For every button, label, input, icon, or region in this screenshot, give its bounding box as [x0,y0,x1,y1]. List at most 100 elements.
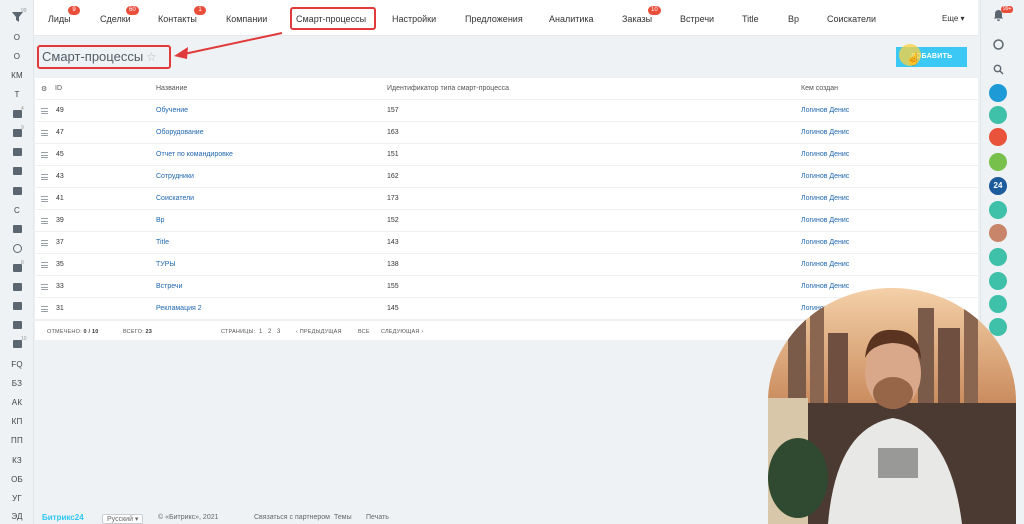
user-icon[interactable] [989,128,1007,146]
star-icon[interactable]: ☆ [146,50,157,64]
page-3-link[interactable]: 3 [277,329,281,335]
drag-handle-icon[interactable] [41,218,48,224]
col-created-by[interactable]: Кем создан [801,85,838,92]
partner-link[interactable]: Связаться с партнером [254,514,330,521]
sidebar-item-ug[interactable]: УГ [0,494,34,503]
sidebar-item-o2[interactable]: О [0,52,34,61]
tab-companies[interactable]: Компании [226,14,267,24]
avatar-icon[interactable] [989,224,1007,242]
table-row[interactable]: 45 Отчет по командировке 151 Логинов Ден… [35,144,978,166]
table-row[interactable]: 39 Вр 152 Логинов Денис [35,210,978,232]
tab-deals[interactable]: Сделки [100,14,131,24]
col-name[interactable]: Название [156,85,187,92]
sidebar-item-ak[interactable]: АК [0,398,34,407]
drag-handle-icon[interactable] [41,262,48,268]
drag-handle-icon[interactable] [41,108,48,114]
tab-analytics[interactable]: Аналитика [549,14,594,24]
cell-author-link[interactable]: Логинов Денис [801,217,849,224]
tab-orders[interactable]: Заказы [622,14,652,24]
cell-author-link[interactable]: Логинов Денис [801,283,849,290]
table-row[interactable]: 43 Сотрудники 162 Логинов Денис [35,166,978,188]
tab-offers[interactable]: Предложения [465,14,523,24]
table-row[interactable]: 35 ТУРЫ 138 Логинов Денис [35,254,978,276]
cell-name-link[interactable]: Встречи [156,283,183,290]
prev-page-link[interactable]: ‹ ПРЕДЫДУЩАЯ [296,329,342,335]
cell-name-link[interactable]: Title [156,239,169,246]
docs-icon[interactable] [0,225,34,235]
sidebar-item-t[interactable]: Т [0,90,34,99]
cell-name-link[interactable]: Рекламация 2 [156,305,202,312]
sidebar-item-ed[interactable]: ЭД [0,512,34,521]
cell-name-link[interactable]: Сотрудники [156,173,194,180]
cell-name-link[interactable]: ТУРЫ [156,261,176,268]
table-row[interactable]: 47 Оборудование 163 Логинов Денис [35,122,978,144]
cell-name-link[interactable]: Соискатели [156,195,194,202]
language-select[interactable]: Русский ▾ [102,514,144,524]
cell-author-link[interactable]: Логинов Денис [801,151,849,158]
window-icon[interactable] [0,302,34,312]
cell-author-link[interactable]: Логинов Денис [801,239,849,246]
user-icon[interactable] [989,248,1007,266]
sidebar-item-bz[interactable]: БЗ [0,379,34,388]
user-icon[interactable] [989,201,1007,219]
user-icon[interactable] [989,272,1007,290]
settings-gear-icon[interactable]: ⚙ [41,85,47,93]
sidebar-item-kp[interactable]: КП [0,417,34,426]
sidebar-item-s[interactable]: С [0,206,34,215]
themes-link[interactable]: Темы [334,514,352,521]
sidebar-item-o1[interactable]: О [0,33,34,42]
page-2-link[interactable]: 2 [268,329,272,335]
table-row[interactable]: 49 Обучение 157 Логинов Денис [35,100,978,122]
id-card-icon[interactable] [0,321,34,331]
sidebar-item-fq[interactable]: FQ [0,360,34,369]
next-page-link[interactable]: СЛЕДУЮЩАЯ › [381,329,423,335]
print-link[interactable]: Печать [366,514,389,521]
cell-author-link[interactable]: Логинов Денис [801,107,849,114]
cell-name-link[interactable]: Отчет по командировке [156,151,233,158]
drive-icon[interactable] [0,187,34,197]
phone-icon[interactable] [989,84,1007,102]
all-pages-link[interactable]: ВСЕ [358,329,370,335]
sidebar-item-ob[interactable]: ОБ [0,475,34,484]
chat-search-icon[interactable] [993,37,1004,50]
filter-icon[interactable]: 99 [0,8,34,24]
calendar-icon[interactable]: 4 [0,106,34,120]
print-icon[interactable] [0,283,34,293]
cell-author-link[interactable]: Логинов Денис [801,173,849,180]
drag-handle-icon[interactable] [41,152,48,158]
tab-title[interactable]: Title [742,14,759,24]
group-icon[interactable] [0,167,34,177]
tab-settings[interactable]: Настройки [392,14,436,24]
drag-handle-icon[interactable] [41,240,48,246]
tab-leads[interactable]: Лиды [48,14,71,24]
sidebar-item-kz[interactable]: КЗ [0,456,34,465]
sidebar-item-km[interactable]: КМ [0,71,34,80]
cell-name-link[interactable]: Оборудование [156,129,204,136]
tasks-icon[interactable]: 9 [0,125,34,139]
col-type-id[interactable]: Идентификатор типа смарт-процесса [387,85,509,92]
table-row[interactable]: 41 Соискатели 173 Логинов Денис [35,188,978,210]
table-row[interactable]: 33 Встречи 155 Логинов Денис [35,276,978,298]
drag-handle-icon[interactable] [41,284,48,290]
drag-handle-icon[interactable] [41,130,48,136]
tab-contacts[interactable]: Контакты [158,14,197,24]
cell-name-link[interactable]: Вр [156,217,165,224]
tab-applicants[interactable]: Соискатели [827,14,876,24]
drag-handle-icon[interactable] [41,174,48,180]
cart-icon[interactable]: 10 [0,336,34,350]
drag-handle-icon[interactable] [41,306,48,312]
page-1-link[interactable]: 1 [259,329,263,335]
user-icon[interactable] [989,106,1007,124]
phone-icon[interactable] [989,295,1007,313]
cell-name-link[interactable]: Обучение [156,107,188,114]
mail-icon[interactable]: 8 [0,260,34,274]
user-icon[interactable] [989,153,1007,171]
clock-icon[interactable] [0,244,34,255]
cell-author-link[interactable]: Логинов Денис [801,195,849,202]
tab-vr[interactable]: Вр [788,14,799,24]
table-row[interactable]: 37 Title 143 Логинов Денис [35,232,978,254]
more-menu-button[interactable]: Еще ▾ [942,14,965,23]
drag-handle-icon[interactable] [41,196,48,202]
b24-icon[interactable]: 24 [989,177,1007,195]
chat-icon[interactable] [0,148,34,158]
